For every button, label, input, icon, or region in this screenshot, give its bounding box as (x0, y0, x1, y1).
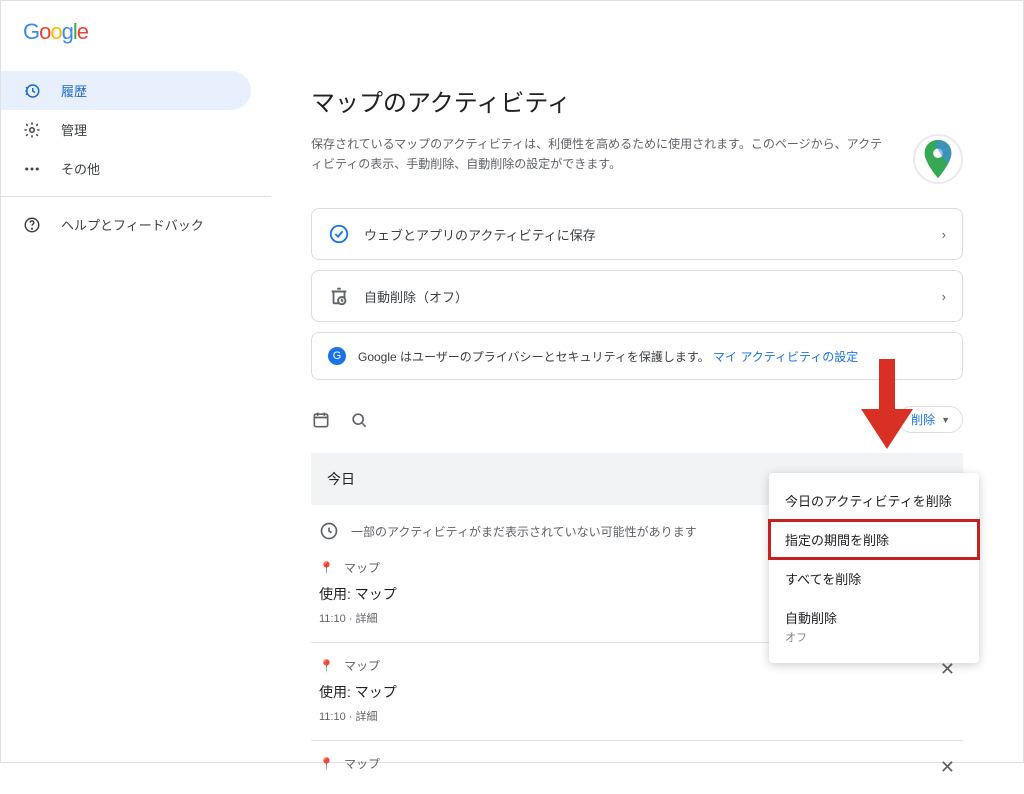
calendar-icon[interactable] (311, 410, 331, 430)
menu-delete-today[interactable]: 今日のアクティビティを削除 (769, 481, 979, 520)
menu-delete-range[interactable]: 指定の期間を削除 (769, 520, 979, 559)
card-label: ウェブとアプリのアクティビティに保存 (364, 225, 596, 244)
gear-icon (23, 121, 41, 139)
privacy-text: Google はユーザーのプライバシーとセキュリティを保護します。 (358, 350, 710, 364)
menu-auto-delete[interactable]: 自動削除 オフ (769, 598, 979, 655)
app-name: マップ (344, 657, 380, 674)
history-icon (23, 82, 41, 100)
page-title: マップのアクティビティ (311, 83, 963, 118)
app-name: マップ (344, 755, 380, 772)
check-circle-icon (328, 223, 350, 245)
privacy-link[interactable]: マイ アクティビティの設定 (713, 350, 858, 364)
delete-label: 削除 (911, 411, 935, 428)
header: Google (1, 1, 1023, 63)
search-icon[interactable] (349, 410, 369, 430)
main-content: マップのアクティビティ 保存されているマップのアクティビティは、利便性を高めるた… (271, 63, 1023, 794)
activity-meta: 11:10 · 詳細 (319, 708, 955, 724)
card-label: 自動削除（オフ） (364, 287, 468, 306)
clock-icon (319, 521, 339, 541)
auto-delete-icon (328, 285, 350, 307)
menu-delete-all[interactable]: すべてを削除 (769, 559, 979, 598)
notice-text: 一部のアクティビティがまだ表示されていない可能性があります (351, 523, 697, 540)
card-save-activity[interactable]: ウェブとアプリのアクティビティに保存 › (311, 208, 963, 260)
maps-pin-icon: 📍 (319, 659, 334, 673)
sidebar-item-label: ヘルプとフィードバック (61, 215, 204, 234)
sidebar: 履歴 管理 その他 ヘルプとフィードバック (1, 63, 271, 794)
page-description: 保存されているマップのアクティビティは、利便性を高めるために使用されます。このペ… (311, 134, 893, 175)
sidebar-item-label: 履歴 (61, 81, 87, 100)
sidebar-item-more[interactable]: その他 (1, 149, 251, 188)
divider (1, 196, 271, 197)
more-icon (23, 160, 41, 178)
google-logo: Google (23, 19, 88, 44)
chevron-right-icon: › (942, 227, 946, 242)
chevron-down-icon: ▼ (941, 415, 950, 425)
close-icon[interactable]: ✕ (940, 757, 955, 778)
activity-title: 使用: マップ (319, 682, 955, 702)
shield-icon: G (328, 347, 346, 365)
maps-pin-icon: 📍 (319, 757, 334, 771)
annotation-arrow (861, 359, 913, 449)
card-auto-delete[interactable]: 自動削除（オフ） › (311, 270, 963, 322)
chevron-right-icon: › (942, 289, 946, 304)
sidebar-item-label: その他 (61, 159, 100, 178)
activity-item: ✕ 📍 マップ (311, 741, 963, 794)
help-icon (23, 216, 41, 234)
delete-menu: 今日のアクティビティを削除 指定の期間を削除 すべてを削除 自動削除 オフ (769, 473, 979, 663)
sidebar-item-history[interactable]: 履歴 (1, 71, 251, 110)
app-name: マップ (344, 559, 380, 576)
maps-pin-icon: 📍 (319, 561, 334, 575)
maps-badge-icon (913, 134, 963, 184)
sidebar-item-help[interactable]: ヘルプとフィードバック (1, 205, 251, 244)
sidebar-item-label: 管理 (61, 120, 87, 139)
sidebar-item-manage[interactable]: 管理 (1, 110, 251, 149)
